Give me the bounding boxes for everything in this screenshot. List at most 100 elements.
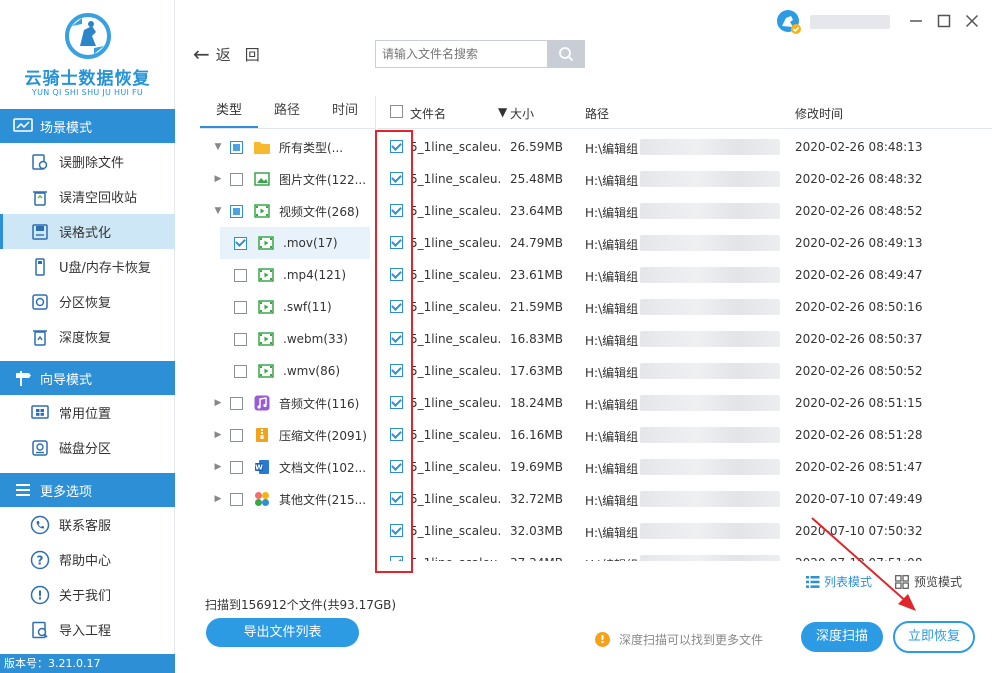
table-row[interactable]: 5_1line_scaleu... 17.63MB H:\编辑组 2020-02-26… xyxy=(378,355,992,387)
tree-checkbox[interactable] xyxy=(230,204,243,218)
table-row[interactable]: 5_1line_scaleu... 24.79MB H:\编辑组 2020-02-26… xyxy=(378,227,992,259)
search-button[interactable] xyxy=(547,41,584,67)
nav-label: 导入工程 xyxy=(59,624,112,639)
export-file-list-button[interactable]: 导出文件列表 xyxy=(206,618,359,647)
tree-row[interactable]: ▶ 其他文件(215... xyxy=(200,483,375,515)
tab-time[interactable]: 时间 xyxy=(316,96,374,128)
tree-row[interactable]: ▼ 所有类型(... xyxy=(200,131,375,163)
file-path: H:\编辑组 xyxy=(585,302,639,316)
nav-label: 联系客服 xyxy=(59,519,112,534)
select-all-checkbox[interactable] xyxy=(390,105,403,118)
caret-right-icon[interactable]: ▶ xyxy=(210,462,226,472)
file-name: 5_1line_scaleu... xyxy=(410,556,500,561)
tree-row[interactable]: ▶ 压缩文件(2091) xyxy=(200,419,375,451)
tree-checkbox[interactable] xyxy=(234,236,247,250)
sidebar: 云骑士数据恢复 YUN QI SHI SHU JU HUI FU 场景模式 误删… xyxy=(0,0,175,673)
tab-type[interactable]: 类型 xyxy=(200,96,258,128)
tree-label: .mp4(121) xyxy=(283,268,347,282)
document-icon: W xyxy=(253,459,271,475)
nav-item-disk-partitions[interactable]: 磁盘分区 xyxy=(0,430,175,465)
back-button[interactable]: ← 返 回 xyxy=(193,42,274,66)
nav-item-common-locations[interactable]: 常用位置 xyxy=(0,395,175,430)
table-row[interactable]: 5_1line_scaleu... 26.59MB H:\编辑组 2020-02-26… xyxy=(378,131,992,163)
caret-right-icon[interactable]: ▶ xyxy=(210,494,226,504)
tree-checkbox[interactable] xyxy=(230,140,243,154)
tree-checkbox[interactable] xyxy=(230,460,243,474)
minimize-button[interactable] xyxy=(905,10,927,32)
table-row[interactable]: 5_1line_scaleu... 32.03MB H:\编辑组 2020-07-10… xyxy=(378,515,992,547)
tree-row[interactable]: ▶ 音频文件(116) xyxy=(200,387,375,419)
maximize-button[interactable] xyxy=(933,10,955,32)
table-row[interactable]: 5_1line_scaleu... 37.34MB H:\编辑组 2020-07-10… xyxy=(378,547,992,561)
tree-checkbox[interactable] xyxy=(230,172,243,186)
usb-drive-icon xyxy=(30,257,50,277)
table-row[interactable]: 5_1line_scaleu... 25.48MB H:\编辑组 2020-02-26… xyxy=(378,163,992,195)
table-row[interactable]: 5_1line_scaleu... 16.16MB H:\编辑组 2020-02-26… xyxy=(378,419,992,451)
tree-row[interactable]: .webm(33) xyxy=(200,323,375,355)
tree-row[interactable]: .wmv(86) xyxy=(200,355,375,387)
header-size[interactable]: 大小 xyxy=(510,105,534,122)
tree-checkbox[interactable] xyxy=(230,428,243,442)
nav-item-help-center[interactable]: ? 帮助中心 xyxy=(0,542,175,577)
nav-item-partition[interactable]: 分区恢复 xyxy=(0,284,175,319)
file-size: 23.64MB xyxy=(510,204,563,218)
caret-right-icon[interactable]: ▶ xyxy=(210,398,226,408)
close-button[interactable] xyxy=(961,10,983,32)
nav-item-deep-recovery[interactable]: 深度恢复 xyxy=(0,319,175,354)
nav-item-format[interactable]: 误格式化 xyxy=(0,214,175,249)
table-row[interactable]: 5_1line_scaleu... 32.72MB H:\编辑组 2020-07-10… xyxy=(378,483,992,515)
tree-checkbox[interactable] xyxy=(234,300,247,314)
deep-scan-tip: ! 深度扫描可以找到更多文件 xyxy=(595,631,763,648)
header-modified[interactable]: 修改时间 xyxy=(795,105,843,122)
search-input[interactable] xyxy=(376,41,548,67)
tree-row[interactable]: .swf(11) xyxy=(200,291,375,323)
file-size: 37.34MB xyxy=(510,556,563,561)
header-path[interactable]: 路径 xyxy=(585,105,609,122)
file-size: 21.59MB xyxy=(510,300,563,314)
nav-item-import-project[interactable]: 导入工程 xyxy=(0,612,175,647)
tree-row[interactable]: .mov(17) xyxy=(220,227,370,259)
tree-checkbox[interactable] xyxy=(234,332,247,346)
recover-now-button[interactable]: 立即恢复 xyxy=(893,621,975,653)
preview-mode-toggle[interactable]: 预览模式 xyxy=(895,573,962,590)
tree-checkbox[interactable] xyxy=(230,492,243,506)
table-row[interactable]: 5_1line_scaleu... 23.64MB H:\编辑组 2020-02-26… xyxy=(378,195,992,227)
tree-checkbox[interactable] xyxy=(234,268,247,282)
table-row[interactable]: 5_1line_scaleu... 18.24MB H:\编辑组 2020-02-26… xyxy=(378,387,992,419)
tree-label: .wmv(86) xyxy=(283,364,341,378)
caret-down-icon[interactable]: ▼ xyxy=(210,142,226,152)
table-row[interactable]: 5_1line_scaleu... 21.59MB H:\编辑组 2020-02-26… xyxy=(378,291,992,323)
tree-row[interactable]: ▶ 图片文件(122... xyxy=(200,163,375,195)
file-path: H:\编辑组 xyxy=(585,366,639,380)
tab-path[interactable]: 路径 xyxy=(258,96,316,128)
nav-item-deleted-files[interactable]: 误删除文件 xyxy=(0,144,175,179)
header-filename[interactable]: 文件名 xyxy=(410,105,446,122)
blurred-path xyxy=(640,331,780,347)
file-size: 19.69MB xyxy=(510,460,563,474)
caret-right-icon[interactable]: ▶ xyxy=(210,174,226,184)
blurred-path xyxy=(640,459,780,475)
video-icon xyxy=(257,235,275,251)
table-row[interactable]: 5_1line_scaleu... 23.61MB H:\编辑组 2020-02-26… xyxy=(378,259,992,291)
folder-icon xyxy=(253,139,271,155)
tree-row[interactable]: ▼ 视频文件(268) xyxy=(200,195,375,227)
file-name: 5_1line_scaleu... xyxy=(410,396,500,410)
nav-item-recycle-bin[interactable]: 误清空回收站 xyxy=(0,179,175,214)
tree-checkbox[interactable] xyxy=(230,396,243,410)
caret-right-icon[interactable]: ▶ xyxy=(210,430,226,440)
file-modified: 2020-02-26 08:50:16 xyxy=(795,300,923,314)
nav-item-usb-card[interactable]: U盘/内存卡恢复 xyxy=(0,249,175,284)
caret-down-icon[interactable]: ▼ xyxy=(210,206,226,216)
deep-scan-button[interactable]: 深度扫描 xyxy=(801,622,883,652)
knight-logo-icon xyxy=(65,13,111,59)
nav-item-about-us[interactable]: ! 关于我们 xyxy=(0,577,175,612)
user-account[interactable] xyxy=(776,9,890,35)
nav-item-contact-support[interactable]: 联系客服 xyxy=(0,507,175,542)
file-modified: 2020-07-10 07:49:49 xyxy=(795,492,923,506)
list-mode-toggle[interactable]: 列表模式 xyxy=(806,573,872,590)
tree-row[interactable]: .mp4(121) xyxy=(200,259,375,291)
tree-row[interactable]: ▶ W 文档文件(102... xyxy=(200,451,375,483)
table-row[interactable]: 5_1line_scaleu... 19.69MB H:\编辑组 2020-02-26… xyxy=(378,451,992,483)
tree-checkbox[interactable] xyxy=(234,364,247,378)
table-row[interactable]: 5_1line_scaleu... 16.83MB H:\编辑组 2020-02-26… xyxy=(378,323,992,355)
